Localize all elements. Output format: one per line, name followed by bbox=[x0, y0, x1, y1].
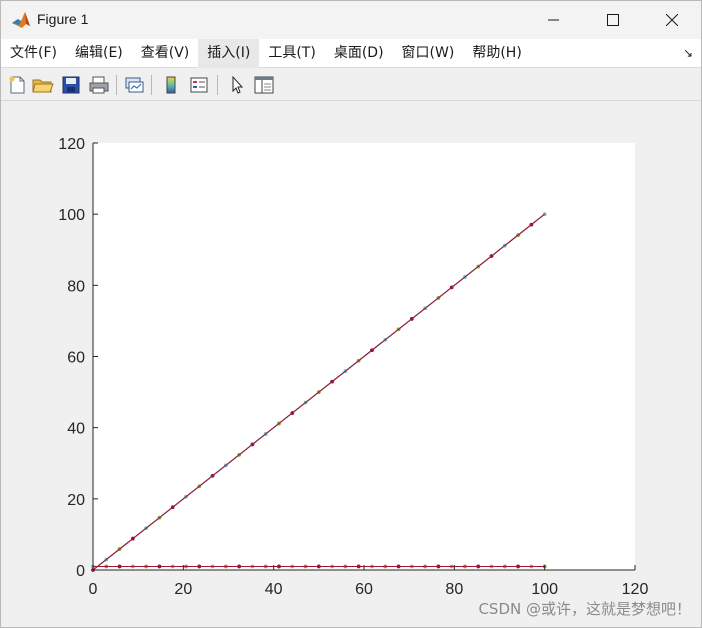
menu-view[interactable]: 查看(V) bbox=[132, 39, 199, 68]
minimize-button[interactable] bbox=[525, 1, 583, 39]
colorbar-icon bbox=[166, 76, 176, 94]
figure-window: Figure 1 文件(F) 编辑(E) 查看(V) 插入(I) 工具(T) 桌… bbox=[0, 0, 702, 628]
series-point bbox=[370, 348, 374, 353]
y-tick-label: 40 bbox=[67, 421, 85, 438]
x-tick-label: 100 bbox=[531, 581, 558, 598]
menu-tools[interactable]: 工具(T) bbox=[259, 39, 324, 68]
watermark-text: CSDN @或许，这就是梦想吧！ bbox=[478, 600, 691, 618]
pointer-button[interactable] bbox=[225, 73, 249, 97]
menu-desktop[interactable]: 桌面(D) bbox=[325, 39, 393, 68]
open-folder-icon bbox=[32, 79, 54, 93]
colorbar-button[interactable] bbox=[159, 73, 183, 97]
y-tick-label: 0 bbox=[76, 563, 85, 580]
series-point bbox=[449, 285, 454, 290]
series-point bbox=[170, 505, 175, 510]
series-point bbox=[356, 564, 361, 569]
legend-button[interactable] bbox=[187, 73, 211, 97]
property-editor-button[interactable] bbox=[252, 73, 276, 97]
x-tick-label: 120 bbox=[622, 581, 649, 598]
series-point bbox=[516, 564, 520, 569]
x-tick-label: 60 bbox=[355, 581, 373, 598]
y-tick-label: 80 bbox=[67, 278, 85, 295]
series-point bbox=[157, 564, 162, 569]
series-point bbox=[476, 564, 481, 569]
series-point bbox=[410, 317, 414, 321]
menu-window[interactable]: 窗口(W) bbox=[393, 39, 464, 68]
series-point bbox=[436, 564, 441, 569]
legend-icon bbox=[190, 77, 208, 93]
series-point bbox=[117, 564, 122, 569]
y-tick-label: 60 bbox=[67, 350, 85, 367]
close-icon bbox=[666, 14, 678, 26]
window-title: Figure 1 bbox=[37, 11, 89, 27]
menu-bar: 文件(F) 编辑(E) 查看(V) 插入(I) 工具(T) 桌面(D) 窗口(W… bbox=[1, 38, 701, 68]
save-icon bbox=[62, 76, 80, 94]
new-figure-icon bbox=[9, 76, 25, 94]
series-point bbox=[277, 564, 281, 569]
y-tick-label: 120 bbox=[58, 136, 85, 153]
series-point bbox=[396, 564, 401, 569]
menu-insert[interactable]: 插入(I) bbox=[198, 38, 260, 68]
minimize-icon bbox=[548, 19, 559, 21]
series-point bbox=[290, 411, 295, 415]
save-button[interactable] bbox=[59, 73, 83, 97]
series-point bbox=[529, 222, 534, 227]
figure-toolbar bbox=[1, 69, 701, 101]
series-point bbox=[317, 564, 321, 569]
toolbar-separator bbox=[151, 75, 152, 95]
series-point bbox=[210, 474, 215, 478]
menu-edit[interactable]: 编辑(E) bbox=[66, 39, 132, 68]
matlab-logo-icon bbox=[11, 10, 31, 30]
series-point bbox=[197, 564, 202, 569]
menu-file[interactable]: 文件(F) bbox=[1, 39, 66, 68]
series-point bbox=[131, 536, 135, 541]
x-tick-label: 40 bbox=[265, 581, 283, 598]
new-figure-button[interactable] bbox=[5, 73, 29, 97]
print-button[interactable] bbox=[87, 73, 111, 97]
x-tick-label: 0 bbox=[89, 581, 98, 598]
x-tick-label: 20 bbox=[174, 581, 192, 598]
menu-help[interactable]: 帮助(H) bbox=[463, 39, 530, 68]
property-editor-icon bbox=[254, 76, 274, 94]
open-button[interactable] bbox=[31, 73, 55, 97]
print-icon bbox=[89, 76, 109, 94]
y-tick-label: 20 bbox=[67, 492, 85, 509]
toolbar-separator bbox=[116, 75, 117, 95]
dock-arrow-icon[interactable]: ↘ bbox=[683, 46, 693, 60]
y-tick-label: 100 bbox=[58, 207, 85, 224]
series-point bbox=[237, 564, 241, 569]
figure-canvas[interactable]: 0 0 20 20 40 40 60 60 80 80 100 100 120 120 bbox=[1, 102, 701, 627]
toolbar-separator bbox=[217, 75, 218, 95]
title-bar[interactable]: Figure 1 bbox=[1, 1, 701, 39]
series-point bbox=[250, 442, 255, 447]
maximize-button[interactable] bbox=[584, 1, 642, 39]
pointer-icon bbox=[232, 75, 244, 94]
close-button[interactable] bbox=[643, 1, 701, 39]
link-plot-icon bbox=[125, 77, 144, 93]
series-point bbox=[330, 379, 334, 384]
plot-axes[interactable]: 00 20 20 40 40 60 60 80 80 100 100 120 120 bbox=[1, 102, 701, 627]
maximize-icon bbox=[607, 14, 619, 26]
series-point bbox=[489, 254, 494, 258]
x-tick-label: 80 bbox=[445, 581, 463, 598]
link-plot-button[interactable] bbox=[122, 73, 146, 97]
